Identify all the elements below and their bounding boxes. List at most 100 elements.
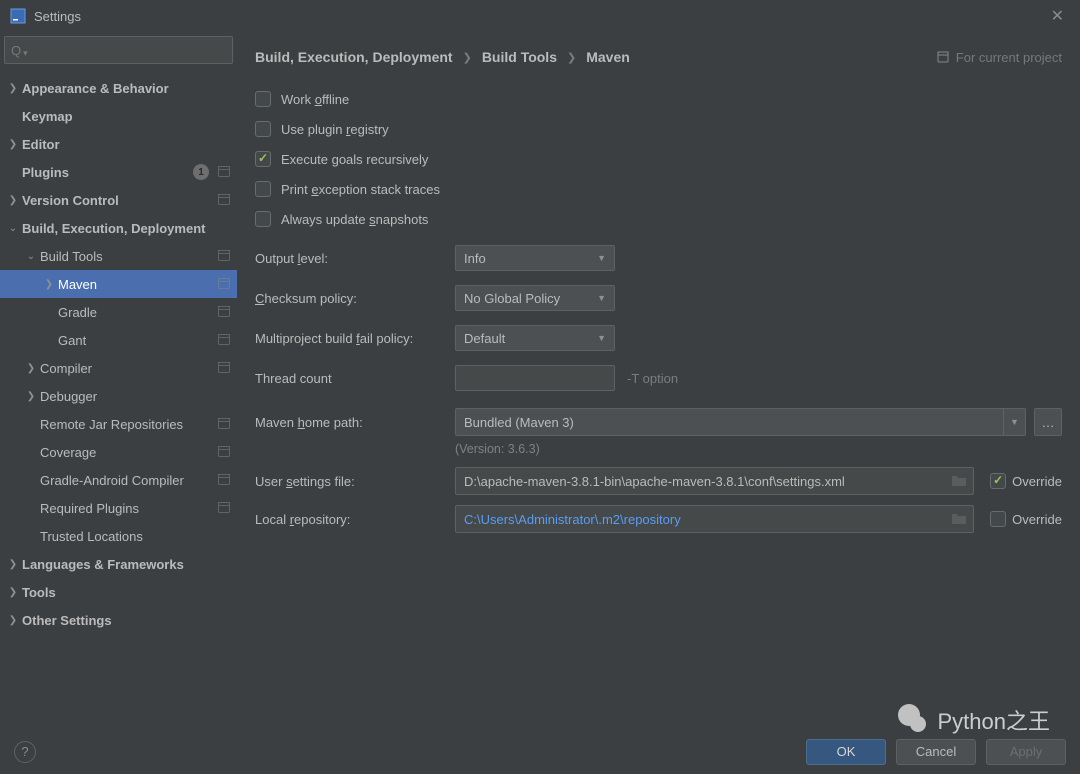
checkbox-execute-goals[interactable] [255,151,271,167]
sidebar-item-gradle-android-compiler[interactable]: ·Gradle-Android Compiler [0,466,237,494]
project-scope-icon [217,416,231,433]
label-use-plugin-registry: Use plugin registry [281,122,389,137]
sidebar-item-label: Maven [58,277,217,292]
sidebar-item-label: Debugger [40,389,231,404]
sidebar-item-label: Build, Execution, Deployment [22,221,231,236]
chevron-right-icon: ❯ [567,51,576,64]
sidebar-item-build-tools[interactable]: ⌄Build Tools [0,242,237,270]
checkbox-override-user-settings[interactable] [990,473,1006,489]
folder-icon[interactable] [951,473,967,490]
select-checksum-policy[interactable]: No Global Policy ▼ [455,285,615,311]
apply-button[interactable]: Apply [986,739,1066,765]
input-local-repo[interactable]: C:\Users\Administrator\.m2\repository [455,505,974,533]
breadcrumb: Build, Execution, Deployment ❯ Build Too… [255,46,1062,68]
sidebar-item-label: Version Control [22,193,217,208]
row-always-update[interactable]: Always update snapshots [255,204,1062,234]
chevron-right-icon: ❯ [6,615,20,626]
sidebar-item-languages-frameworks[interactable]: ❯Languages & Frameworks [0,550,237,578]
cancel-button[interactable]: Cancel [896,739,976,765]
project-icon [936,50,950,64]
chevron-down-icon: ▼ [597,253,606,263]
sidebar-item-label: Build Tools [40,249,217,264]
sidebar-item-plugins[interactable]: ·Plugins1 [0,158,237,186]
help-button[interactable]: ? [14,741,36,763]
select-output-level[interactable]: Info ▼ [455,245,615,271]
sidebar-item-label: Other Settings [22,613,231,628]
settings-tree: ❯Appearance & Behavior·Keymap❯Editor·Plu… [0,68,237,634]
breadcrumb-b[interactable]: Build Tools [482,49,557,65]
project-scope-icon [217,332,231,349]
app-icon [10,8,26,24]
sidebar-item-build-execution-deployment[interactable]: ⌄Build, Execution, Deployment [0,214,237,242]
label-override-local-repo: Override [1012,512,1062,527]
input-user-settings[interactable]: D:\apache-maven-3.8.1-bin\apache-maven-3… [455,467,974,495]
checkbox-print-exception[interactable] [255,181,271,197]
sidebar-item-editor[interactable]: ❯Editor [0,130,237,158]
row-use-plugin-registry[interactable]: Use plugin registry [255,114,1062,144]
label-override-user-settings: Override [1012,474,1062,489]
sidebar-item-other-settings[interactable]: ❯Other Settings [0,606,237,634]
row-work-offline[interactable]: Work offline [255,84,1062,114]
sidebar-item-label: Appearance & Behavior [22,81,231,96]
project-scope-icon [217,360,231,377]
sidebar-item-label: Tools [22,585,231,600]
checkbox-work-offline[interactable] [255,91,271,107]
label-local-repo: Local repository: [255,512,455,527]
sidebar-item-version-control[interactable]: ❯Version Control [0,186,237,214]
sidebar-item-gradle[interactable]: ·Gradle [0,298,237,326]
breadcrumb-c: Maven [586,49,630,65]
breadcrumb-a[interactable]: Build, Execution, Deployment [255,49,453,65]
project-scope-icon [217,164,231,181]
chevron-down-icon[interactable]: ▼ [1003,408,1025,436]
project-scope-icon [217,248,231,265]
label-checksum-policy: Checksum policy: [255,291,455,306]
sidebar-item-tools[interactable]: ❯Tools [0,578,237,606]
sidebar-item-debugger[interactable]: ❯Debugger [0,382,237,410]
search-icon: Q [11,43,21,58]
search-input-wrapper[interactable]: Q▾ [4,36,233,64]
select-maven-home[interactable]: Bundled (Maven 3) ▼ [455,408,1026,436]
settings-main-panel: Build, Execution, Deployment ❯ Build Too… [237,32,1080,745]
select-fail-policy[interactable]: Default ▼ [455,325,615,351]
sidebar-item-label: Gant [58,333,217,348]
sidebar-item-remote-jar-repositories[interactable]: ·Remote Jar Repositories [0,410,237,438]
checkbox-override-local-repo[interactable] [990,511,1006,527]
row-print-exception[interactable]: Print exception stack traces [255,174,1062,204]
sidebar-item-gant[interactable]: ·Gant [0,326,237,354]
sidebar-item-trusted-locations[interactable]: ·Trusted Locations [0,522,237,550]
ok-button[interactable]: OK [806,739,886,765]
input-thread-count[interactable] [455,365,615,391]
sidebar-item-label: Trusted Locations [40,529,231,544]
sidebar-item-keymap[interactable]: ·Keymap [0,102,237,130]
sidebar-item-required-plugins[interactable]: ·Required Plugins [0,494,237,522]
project-scope-icon [217,472,231,489]
chevron-right-icon: ❯ [6,587,20,598]
sidebar-item-appearance-behavior[interactable]: ❯Appearance & Behavior [0,74,237,102]
label-output-level: Output level: [255,251,455,266]
search-input[interactable] [34,43,226,58]
sidebar-item-coverage[interactable]: ·Coverage [0,438,237,466]
sidebar-item-maven[interactable]: ❯Maven [0,270,237,298]
folder-icon[interactable] [951,511,967,528]
sidebar-item-label: Remote Jar Repositories [40,417,217,432]
title-bar: Settings ✕ [0,0,1080,32]
project-scope-icon [217,444,231,461]
chevron-down-icon: ⌄ [6,223,20,234]
row-execute-goals[interactable]: Execute goals recursively [255,144,1062,174]
checkbox-always-update[interactable] [255,211,271,227]
sidebar-item-compiler[interactable]: ❯Compiler [0,354,237,382]
close-icon[interactable]: ✕ [1045,2,1070,30]
chevron-right-icon: ❯ [463,51,472,64]
sidebar-item-label: Languages & Frameworks [22,557,231,572]
project-scope-icon [217,500,231,517]
window-title: Settings [34,9,81,24]
search-caret-icon: ▾ [23,48,28,59]
checkbox-use-plugin-registry[interactable] [255,121,271,137]
value-user-settings: D:\apache-maven-3.8.1-bin\apache-maven-3… [464,474,845,489]
maven-version-label: (Version: 3.6.3) [455,442,1062,456]
browse-button[interactable]: … [1034,408,1062,436]
label-always-update: Always update snapshots [281,212,428,227]
value-local-repo: C:\Users\Administrator\.m2\repository [464,512,681,527]
sidebar-item-label: Gradle [58,305,217,320]
chevron-right-icon: ❯ [42,279,56,290]
